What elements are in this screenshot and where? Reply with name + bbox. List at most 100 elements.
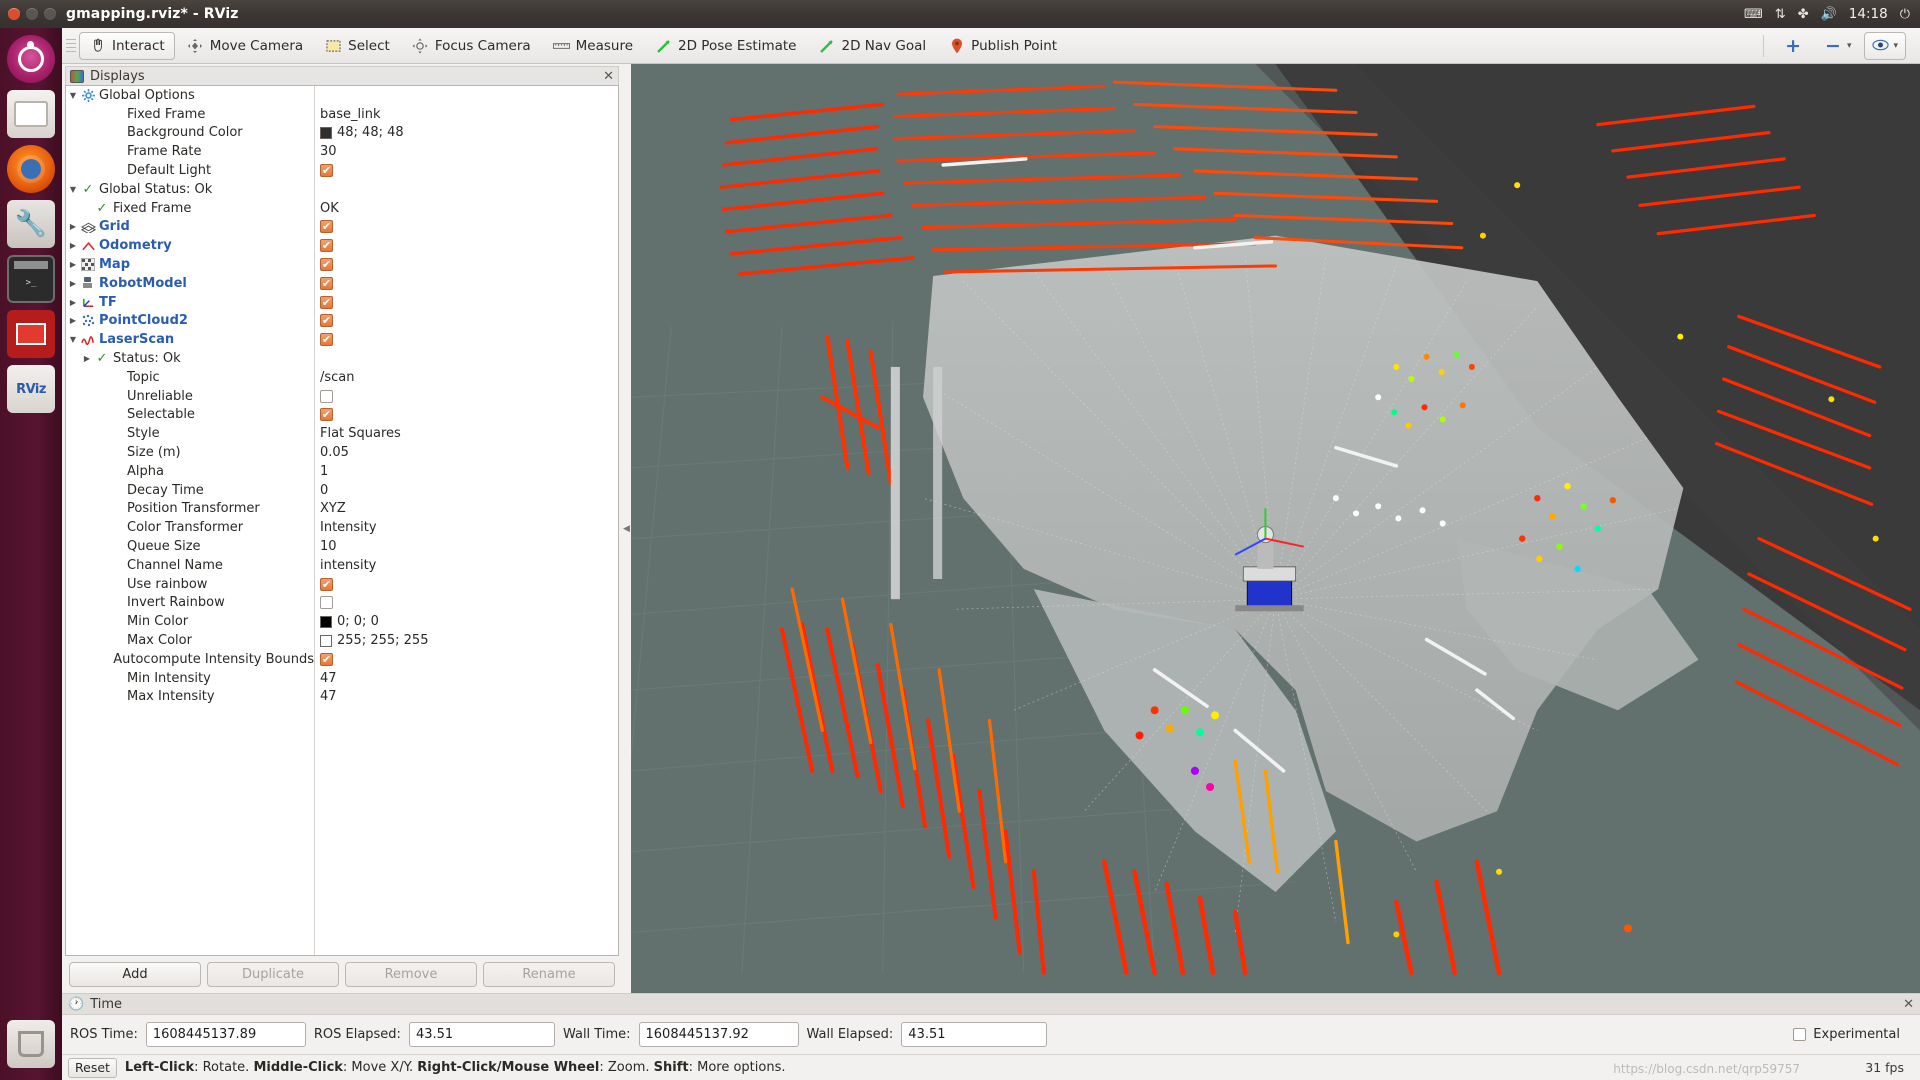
tree-row[interactable]: Min Intensity <box>66 669 314 688</box>
bluetooth-icon[interactable]: ✤ <box>1798 8 1809 21</box>
tree-row-value[interactable]: 10 <box>315 537 618 556</box>
keyboard-icon[interactable]: ⌨ <box>1744 8 1763 21</box>
tree-row[interactable]: Selectable <box>66 406 314 425</box>
rename-button[interactable]: Rename <box>483 962 615 987</box>
network-icon[interactable]: ⇅ <box>1775 8 1786 21</box>
remove-button[interactable]: Remove <box>345 962 477 987</box>
property-checkbox[interactable] <box>320 239 333 252</box>
displays-tree-values-column[interactable]: base_link48; 48; 4830OK/scanFlat Squares… <box>315 86 618 955</box>
tree-row[interactable]: ▶RobotModel <box>66 274 314 293</box>
tool-select[interactable]: Select <box>315 32 400 60</box>
tree-row[interactable]: ▼LaserScan <box>66 330 314 349</box>
tree-row-value[interactable] <box>315 293 618 312</box>
tree-row-value[interactable]: XYZ <box>315 500 618 519</box>
launcher-item-tools[interactable]: 🔧 <box>7 200 55 248</box>
expand-arrow-icon[interactable]: ▼ <box>66 185 80 194</box>
close-icon[interactable]: ✕ <box>1903 997 1914 1012</box>
tree-row-value[interactable]: Intensity <box>315 518 618 537</box>
tree-row[interactable]: Max Intensity <box>66 688 314 707</box>
tree-row[interactable]: Max Color <box>66 631 314 650</box>
collapse-arrow-icon[interactable]: ▶ <box>66 241 80 250</box>
power-icon[interactable]: ⏻ <box>1900 8 1910 21</box>
tree-row[interactable]: ▼✓Global Status: Ok <box>66 180 314 199</box>
tree-row[interactable]: Invert Rainbow <box>66 594 314 613</box>
tree-row[interactable]: ▶Odometry <box>66 236 314 255</box>
tree-row[interactable]: ▶Grid <box>66 218 314 237</box>
tree-row-value[interactable]: 47 <box>315 688 618 707</box>
property-checkbox[interactable] <box>320 277 333 290</box>
duplicate-button[interactable]: Duplicate <box>207 962 339 987</box>
remove-tool-button[interactable]: − ▾ <box>1815 32 1861 60</box>
tree-row[interactable]: Fixed Frame <box>66 105 314 124</box>
tree-row-value[interactable]: 0 <box>315 481 618 500</box>
color-swatch[interactable] <box>320 635 332 647</box>
wall-time-input[interactable]: 1608445137.92 <box>639 1022 799 1047</box>
launcher-item-red-app[interactable] <box>7 310 55 358</box>
tree-row-value[interactable] <box>315 161 618 180</box>
tree-row[interactable]: Color Transformer <box>66 518 314 537</box>
tree-row[interactable]: Frame Rate <box>66 142 314 161</box>
property-checkbox[interactable] <box>320 164 333 177</box>
property-checkbox[interactable] <box>320 258 333 271</box>
tree-row-value[interactable]: OK <box>315 199 618 218</box>
tool-interact[interactable]: Interact <box>79 32 175 60</box>
tree-row[interactable]: Decay Time <box>66 481 314 500</box>
property-checkbox[interactable] <box>320 578 333 591</box>
tool-move-camera[interactable]: Move Camera <box>177 32 313 60</box>
tree-row-value[interactable]: base_link <box>315 105 618 124</box>
property-checkbox[interactable] <box>320 220 333 233</box>
launcher-item-terminal[interactable]: >_ <box>7 255 55 303</box>
tree-row-value[interactable] <box>315 650 618 669</box>
tree-row[interactable]: Style <box>66 424 314 443</box>
tree-row[interactable]: Unreliable <box>66 387 314 406</box>
expand-arrow-icon[interactable]: ▼ <box>66 91 80 100</box>
tree-row[interactable]: Alpha <box>66 462 314 481</box>
tree-row[interactable]: ▶✓Status: Ok <box>66 349 314 368</box>
tree-row[interactable]: ▶Map <box>66 255 314 274</box>
tree-row-value[interactable]: 0; 0; 0 <box>315 612 618 631</box>
tree-row[interactable]: ▶PointCloud2 <box>66 312 314 331</box>
collapse-arrow-icon[interactable]: ▶ <box>66 298 80 307</box>
wall-elapsed-input[interactable]: 43.51 <box>901 1022 1047 1047</box>
tool-publish-point[interactable]: Publish Point <box>938 32 1067 60</box>
tree-row-value[interactable] <box>315 594 618 613</box>
launcher-item-ubuntu-dash[interactable] <box>7 35 55 83</box>
launcher-item-rviz[interactable]: RViz <box>7 365 55 413</box>
property-checkbox[interactable] <box>320 296 333 309</box>
tree-row[interactable]: ▼Global Options <box>66 86 314 105</box>
add-tool-button[interactable]: + <box>1775 32 1811 60</box>
volume-icon[interactable]: 🔊 <box>1821 8 1837 21</box>
tree-row[interactable]: ✓Fixed Frame <box>66 199 314 218</box>
property-checkbox[interactable] <box>320 653 333 666</box>
experimental-toggle[interactable]: Experimental <box>1793 1027 1912 1042</box>
toolbar-drag-handle[interactable] <box>66 35 76 57</box>
collapse-arrow-icon[interactable]: ▶ <box>66 260 80 269</box>
tree-row[interactable]: Queue Size <box>66 537 314 556</box>
experimental-checkbox[interactable] <box>1793 1028 1806 1041</box>
tree-row[interactable]: Use rainbow <box>66 575 314 594</box>
color-swatch[interactable] <box>320 616 332 628</box>
window-minimize-button[interactable] <box>26 8 38 20</box>
window-maximize-button[interactable] <box>44 8 56 20</box>
tree-row-value[interactable]: 255; 255; 255 <box>315 631 618 650</box>
system-clock[interactable]: 14:18 <box>1849 6 1888 22</box>
tree-row-value[interactable]: /scan <box>315 368 618 387</box>
ros-time-input[interactable]: 1608445137.89 <box>146 1022 306 1047</box>
tree-row-value[interactable]: 47 <box>315 669 618 688</box>
tool-measure[interactable]: Measure <box>543 32 643 60</box>
tree-row-value[interactable]: intensity <box>315 556 618 575</box>
tree-row-value[interactable]: 1 <box>315 462 618 481</box>
property-checkbox[interactable] <box>320 390 333 403</box>
tree-row[interactable]: Default Light <box>66 161 314 180</box>
tree-row-value[interactable]: 30 <box>315 142 618 161</box>
tree-row[interactable]: Autocompute Intensity Bounds <box>66 650 314 669</box>
tree-row-value[interactable]: Flat Squares <box>315 424 618 443</box>
tree-row-value[interactable] <box>315 274 618 293</box>
tree-row[interactable]: ▶TF <box>66 293 314 312</box>
property-checkbox[interactable] <box>320 408 333 421</box>
launcher-item-firefox[interactable] <box>7 145 55 193</box>
tree-row-value[interactable]: 0.05 <box>315 443 618 462</box>
tree-row-value[interactable] <box>315 406 618 425</box>
tree-row-value[interactable] <box>315 387 618 406</box>
tree-row-value[interactable] <box>315 330 618 349</box>
